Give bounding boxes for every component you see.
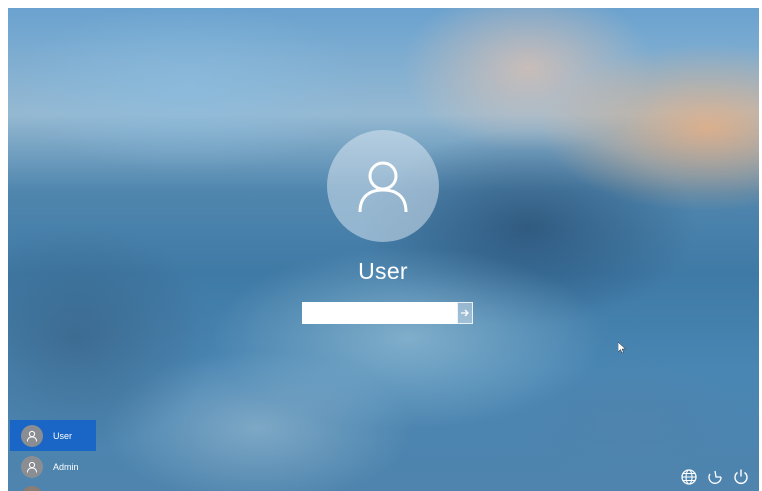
power-button[interactable] xyxy=(731,467,751,487)
password-box xyxy=(302,302,473,324)
user-name: User xyxy=(358,258,408,284)
accessibility-icon xyxy=(708,470,722,484)
lock-screen: User User Admin xyxy=(8,8,759,491)
user-list-item-admin[interactable]: Admin xyxy=(10,451,96,482)
user-avatar-small xyxy=(21,455,43,478)
user-list-item-user[interactable]: User xyxy=(10,420,96,451)
password-input[interactable] xyxy=(302,302,458,324)
ease-of-access-button[interactable] xyxy=(705,467,725,487)
user-avatar xyxy=(327,130,439,242)
user-list: User Admin xyxy=(10,420,96,482)
system-tray xyxy=(679,467,751,487)
user-avatar-small xyxy=(21,424,43,447)
user-list-label: Admin xyxy=(53,461,79,472)
user-list-label: User xyxy=(53,430,73,441)
arrow-right-icon xyxy=(461,309,469,317)
network-button[interactable] xyxy=(679,467,699,487)
power-icon xyxy=(734,469,748,484)
user-icon xyxy=(27,461,37,473)
mouse-pointer-icon xyxy=(618,342,626,354)
globe-icon xyxy=(681,469,697,485)
user-list-item-partial[interactable] xyxy=(21,486,43,491)
user-icon xyxy=(27,430,37,442)
user-icon xyxy=(358,161,408,213)
submit-button[interactable] xyxy=(457,302,473,324)
